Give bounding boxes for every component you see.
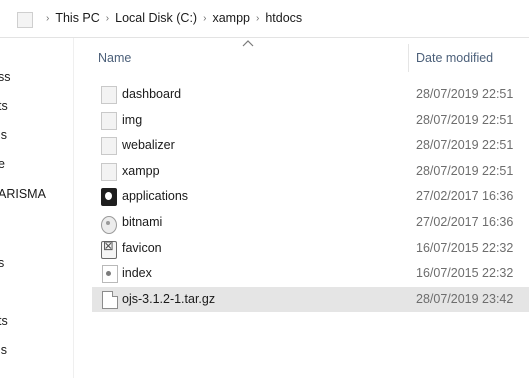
address-bar[interactable]: › This PC › Local Disk (C:) › xampp › ht… [0, 0, 529, 38]
file-row-xampp[interactable]: xampp 28/07/2019 22:51 [92, 159, 529, 185]
folder-icon [17, 12, 33, 28]
chevron-right-icon[interactable]: › [100, 13, 115, 24]
file-date: 16/07/2015 22:32 [416, 266, 514, 281]
file-name: img [122, 112, 143, 127]
sort-ascending-icon [242, 40, 254, 47]
favicon-icon [101, 239, 117, 259]
file-name: favicon [122, 240, 162, 255]
archive-file-icon [102, 290, 118, 309]
file-date: 28/07/2019 23:42 [416, 291, 514, 306]
file-row-favicon[interactable]: favicon 16/07/2015 22:32 [92, 236, 529, 262]
breadcrumb-htdocs[interactable]: htdocs [265, 11, 302, 25]
file-name: webalizer [122, 138, 175, 153]
file-row-webalizer[interactable]: webalizer 28/07/2019 22:51 [92, 133, 529, 159]
breadcrumb-this-pc[interactable]: This PC [55, 11, 99, 25]
breadcrumb: › This PC › Local Disk (C:) › xampp › ht… [40, 11, 302, 25]
file-name: applications [122, 189, 189, 204]
html-file-icon [102, 265, 118, 284]
date-modified-column-header[interactable]: Date modified [416, 51, 493, 65]
folder-icon [101, 111, 117, 130]
nav-item[interactable]: ARISMA [0, 187, 46, 201]
chevron-right-icon[interactable]: › [250, 13, 265, 24]
file-list: dashboard 28/07/2019 22:51 img 28/07/201… [92, 82, 529, 313]
file-date: 27/02/2017 16:36 [416, 214, 514, 229]
nav-item[interactable]: ls [0, 128, 7, 142]
chevron-right-icon: › [46, 12, 50, 24]
file-name: bitnami [122, 214, 163, 229]
file-name: index [122, 266, 152, 281]
column-header: Name Date modified [92, 38, 529, 78]
chevron-right-icon[interactable]: › [197, 13, 212, 24]
navigation-pane: ss ts ls e ARISMA s ts ls [0, 38, 74, 378]
file-date: 28/07/2019 22:51 [416, 112, 514, 127]
name-column-header[interactable]: Name [98, 51, 131, 65]
nav-item[interactable]: ls [0, 343, 7, 357]
folder-icon [101, 86, 117, 104]
nav-item[interactable]: ss [0, 70, 11, 84]
nav-item[interactable]: e [0, 157, 5, 171]
file-date: 27/02/2017 16:36 [416, 189, 514, 204]
application-icon [101, 188, 117, 207]
file-date: 28/07/2019 22:51 [416, 163, 514, 178]
column-divider[interactable] [408, 44, 409, 72]
file-date: 28/07/2019 22:51 [416, 138, 514, 153]
file-row-dashboard[interactable]: dashboard 28/07/2019 22:51 [92, 82, 529, 108]
file-name: dashboard [122, 87, 182, 101]
folder-icon [101, 162, 117, 181]
file-row-bitnami[interactable]: bitnami 27/02/2017 16:36 [92, 210, 529, 236]
nav-item[interactable]: ts [0, 314, 8, 328]
file-row-applications[interactable]: applications 27/02/2017 16:36 [92, 184, 529, 210]
breadcrumb-local-disk[interactable]: Local Disk (C:) [115, 11, 197, 25]
file-row-ojs-archive[interactable]: ojs-3.1.2-1.tar.gz 28/07/2019 23:42 [92, 286, 529, 313]
file-date: 28/07/2019 22:51 [416, 87, 514, 101]
file-row-index[interactable]: index 16/07/2015 22:32 [92, 261, 529, 287]
breadcrumb-xampp[interactable]: xampp [212, 11, 250, 25]
file-row-img[interactable]: img 28/07/2019 22:51 [92, 108, 529, 134]
nav-item[interactable]: ts [0, 99, 8, 113]
file-name: ojs-3.1.2-1.tar.gz [122, 291, 216, 306]
nav-item[interactable]: s [0, 256, 4, 270]
settings-file-icon [101, 215, 117, 234]
folder-icon [101, 137, 117, 156]
file-date: 16/07/2015 22:32 [416, 240, 514, 255]
file-name: xampp [122, 163, 160, 178]
